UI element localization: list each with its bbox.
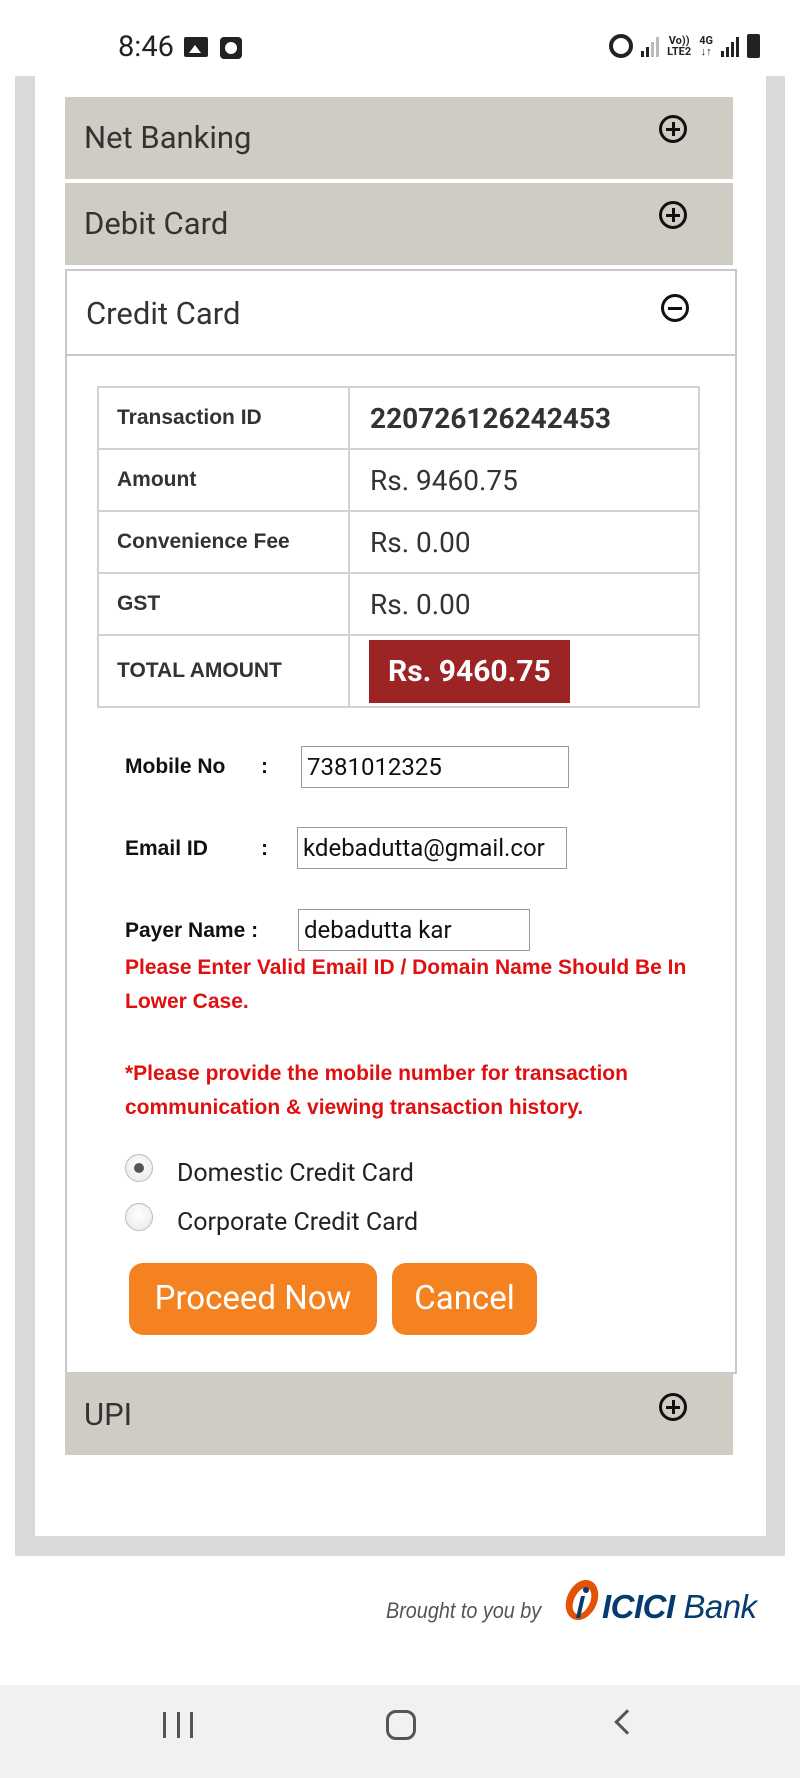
recents-icon[interactable]: [163, 1712, 193, 1738]
table-row: GST Rs. 0.00: [97, 572, 700, 636]
summary-label: Amount: [97, 448, 350, 512]
status-icons: Vo)) LTE2 4G ↓↑: [609, 34, 760, 58]
mobile-input[interactable]: 7381012325: [301, 746, 569, 788]
status-bar: 8:46 Vo)) LTE2 4G ↓↑: [0, 0, 800, 76]
email-label: Email ID: [125, 837, 208, 860]
expand-plus-icon[interactable]: [659, 1393, 687, 1421]
clock-notification-icon: [220, 37, 242, 59]
table-row: Amount Rs. 9460.75: [97, 448, 700, 512]
convenience-fee-value: Rs. 0.00: [348, 510, 700, 574]
accordion-credit-card-header[interactable]: Credit Card: [67, 271, 735, 356]
expand-plus-icon[interactable]: [659, 115, 687, 143]
accordion-debit-card[interactable]: Debit Card: [65, 183, 733, 265]
status-time: 8:46: [118, 30, 174, 64]
accordion-net-banking[interactable]: Net Banking: [65, 97, 733, 179]
alarm-icon: [609, 34, 634, 58]
total-amount-label: TOTAL AMOUNT: [97, 634, 350, 708]
home-icon[interactable]: [386, 1710, 416, 1740]
expand-plus-icon[interactable]: [659, 201, 687, 229]
table-row-total: TOTAL AMOUNT Rs. 9460.75: [97, 634, 700, 708]
accordion-label: UPI: [84, 1396, 133, 1433]
email-input[interactable]: kdebadutta@gmail.cor: [297, 827, 567, 869]
total-amount-badge: Rs. 9460.75: [369, 639, 570, 703]
volte-icon: Vo)) LTE2: [667, 34, 692, 58]
icici-bank-wordmark: ICICI Bank: [602, 1588, 757, 1626]
battery-icon: [747, 34, 760, 58]
summary-label: Transaction ID: [97, 386, 350, 450]
mobile-note-message: *Please provide the mobile number for tr…: [125, 1062, 628, 1119]
brought-to-you-by-text: Brought to you by: [386, 1598, 542, 1623]
summary-label: Convenience Fee: [97, 510, 350, 574]
back-icon[interactable]: [614, 1709, 640, 1735]
accordion-label: Debit Card: [84, 205, 229, 242]
corporate-credit-card-radio[interactable]: [125, 1203, 153, 1231]
cancel-button[interactable]: Cancel: [392, 1263, 537, 1335]
signal-2-icon: [721, 35, 739, 57]
collapse-minus-icon[interactable]: [661, 294, 689, 322]
accordion-upi[interactable]: UPI: [65, 1373, 733, 1455]
summary-label: GST: [97, 572, 350, 636]
email-colon: :: [261, 837, 268, 860]
payer-name-label: Payer Name :: [125, 919, 259, 942]
amount-value: Rs. 9460.75: [348, 448, 700, 512]
gallery-notification-icon: [184, 37, 208, 57]
domestic-credit-card-radio[interactable]: [125, 1154, 153, 1182]
payment-summary-table: Transaction ID 220726126242453 Amount Rs…: [97, 386, 700, 708]
mobile-colon: :: [261, 755, 268, 778]
accordion-credit-card: Credit Card Transaction ID 2207261262424…: [65, 269, 737, 1374]
corporate-credit-card-label[interactable]: Corporate Credit Card: [177, 1208, 418, 1237]
signal-1-icon: [641, 35, 660, 57]
data-4g-icon: 4G ↓↑: [699, 34, 713, 58]
table-row: Convenience Fee Rs. 0.00: [97, 510, 700, 574]
brand-icici: ICICI: [602, 1588, 675, 1625]
brand-bank: Bank: [683, 1588, 757, 1625]
mobile-label: Mobile No: [125, 755, 226, 778]
transaction-id-value: 220726126242453: [348, 386, 700, 450]
email-error-message: Please Enter Valid Email ID / Domain Nam…: [125, 956, 687, 1013]
total-amount-cell: Rs. 9460.75: [348, 634, 700, 708]
payer-name-input[interactable]: debadutta kar: [298, 909, 530, 951]
accordion-label: Credit Card: [86, 295, 241, 332]
icici-logo-icon: [565, 1579, 599, 1621]
proceed-now-button[interactable]: Proceed Now: [129, 1263, 377, 1335]
table-row: Transaction ID 220726126242453: [97, 386, 700, 450]
gst-value: Rs. 0.00: [348, 572, 700, 636]
system-nav-bar: [0, 1685, 800, 1778]
accordion-label: Net Banking: [84, 119, 252, 156]
domestic-credit-card-label[interactable]: Domestic Credit Card: [177, 1159, 414, 1188]
